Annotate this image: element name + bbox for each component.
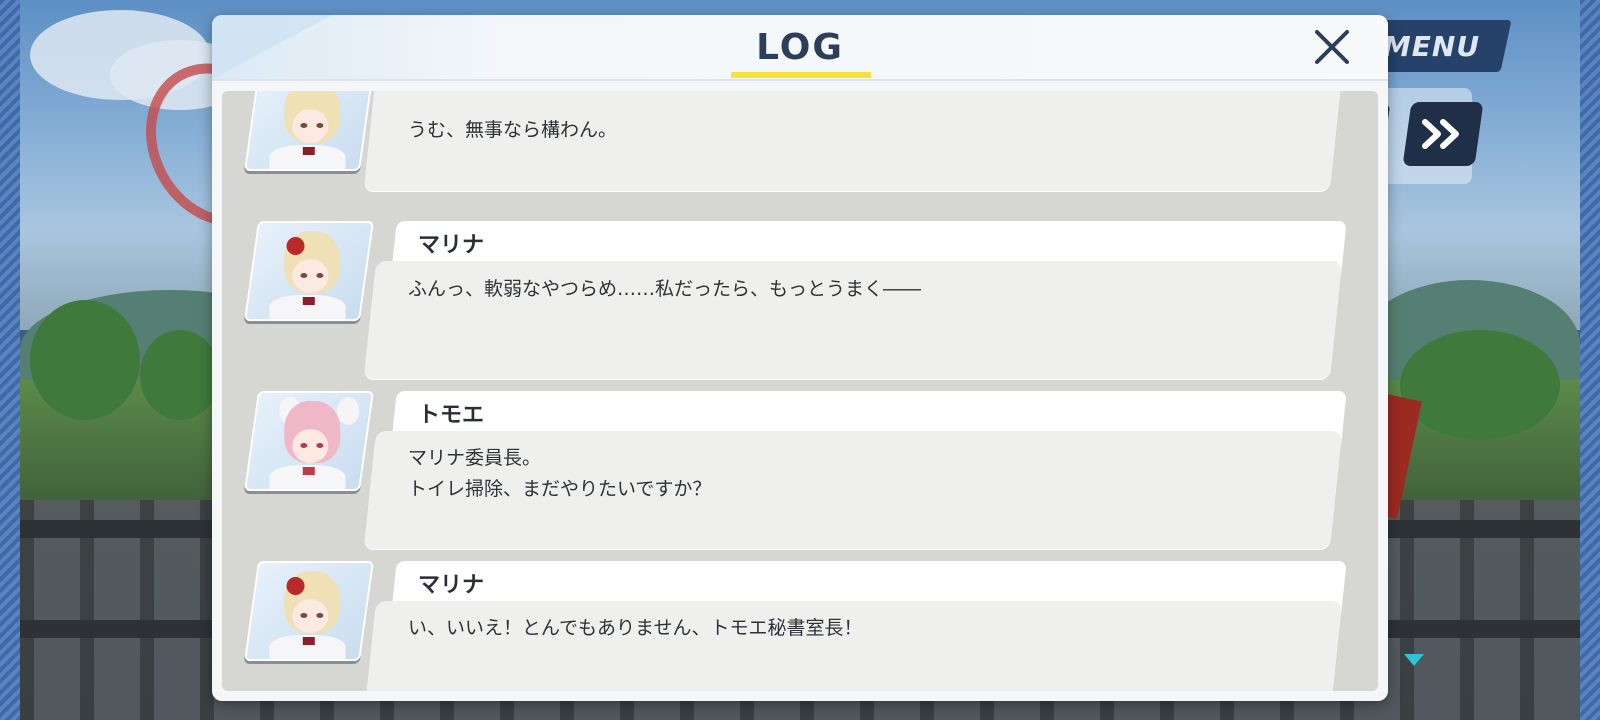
portrait-ribbon [302, 297, 315, 305]
log-title: LOG [756, 27, 844, 68]
message-text: うむ、無事なら構わん。 [408, 119, 618, 141]
speaker-name: マリナ [418, 573, 485, 598]
log-entry: トモエ マリナ委員長。 トイレ掃除、まだやりたいですか？ [222, 391, 1378, 551]
title-underline [731, 72, 871, 78]
log-list[interactable]: うむ、無事なら構わん。 マリナ ふんっ、軟弱なやつらめ……私だったら、もっとうま… [222, 91, 1378, 691]
portrait-eye [316, 273, 324, 278]
message-text: ふんっ、軟弱なやつらめ……私だったら、もっとうまく―― [408, 278, 922, 300]
speaker-portrait [243, 561, 375, 661]
tree [1400, 330, 1560, 440]
fast-forward-icon [1422, 119, 1459, 149]
close-button[interactable] [1310, 25, 1354, 69]
portrait-rose [286, 577, 305, 595]
speaker-portrait [243, 221, 375, 321]
message-text: い、いいえ！とんでもありません、トモエ秘書室長！ [408, 617, 863, 639]
right-border [1580, 0, 1600, 720]
portrait-ribbon [302, 637, 315, 645]
menu-button-label: MENU [1383, 29, 1481, 63]
log-entry: うむ、無事なら構わん。 [222, 91, 1378, 191]
portrait-eye [300, 123, 308, 128]
portrait-rose [286, 237, 305, 255]
message-text: マリナ委員長。 トイレ掃除、まだやりたいですか？ [408, 447, 712, 500]
portrait-eye [316, 443, 324, 448]
fast-forward-button[interactable] [1402, 102, 1484, 166]
speaker-name: マリナ [418, 233, 485, 258]
portrait-ribbon [302, 147, 315, 155]
speaker-portrait [243, 391, 375, 491]
tree [30, 300, 140, 420]
log-header: LOG [212, 15, 1388, 81]
portrait-eye [300, 443, 308, 448]
log-dialog: LOG うむ、無事なら構わん。 マリナ ふんっ、軟弱なやつらめ……私だったら、も… [212, 15, 1388, 701]
portrait-eye [316, 123, 324, 128]
portrait-ear [337, 397, 360, 425]
close-icon [1315, 30, 1349, 64]
tree [140, 330, 220, 420]
down-arrow-icon [1404, 654, 1424, 666]
log-entry: マリナ ふんっ、軟弱なやつらめ……私だったら、もっとうまく―― [222, 221, 1378, 381]
log-entry: マリナ い、いいえ！とんでもありません、トモエ秘書室長！ [222, 561, 1378, 691]
portrait-ribbon [302, 467, 315, 475]
portrait-eye [300, 273, 308, 278]
speaker-portrait [243, 91, 375, 171]
portrait-eye [300, 613, 308, 618]
speaker-name: トモエ [418, 403, 485, 428]
portrait-eye [316, 613, 324, 618]
left-border [0, 0, 20, 720]
